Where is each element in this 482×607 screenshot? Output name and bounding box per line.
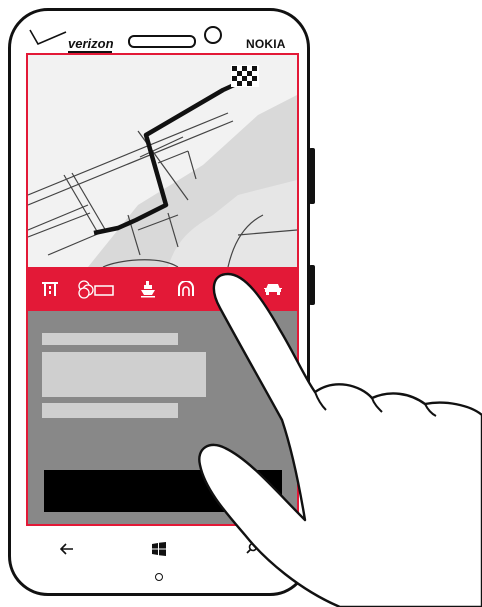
pointing-hand-illustration (198, 272, 482, 607)
